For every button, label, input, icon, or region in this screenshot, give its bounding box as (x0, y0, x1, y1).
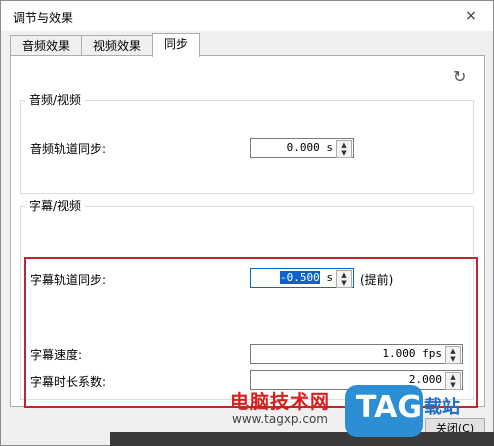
audio-track-sync-label: 音频轨道同步: (30, 142, 107, 156)
audio-track-sync-value: 0.000 s (286, 141, 333, 154)
title-bar: 调节与效果 × (1, 1, 493, 31)
tab-audio-effects[interactable]: 音频效果 (10, 35, 82, 56)
background-strip (110, 432, 494, 446)
spin-arrows-icon[interactable]: ▲ ▼ (336, 140, 352, 158)
audio-track-sync-spinbox[interactable]: 0.000 s ▲ ▼ (250, 138, 354, 158)
watermark-download: 载站 (424, 397, 460, 418)
tab-video-effects[interactable]: 视频效果 (81, 35, 153, 56)
watermark-site-name: 电脑技术网 (230, 391, 331, 413)
tab-sync[interactable]: 同步 (152, 33, 200, 57)
close-icon[interactable]: × (461, 6, 481, 26)
window-title: 调节与效果 (13, 11, 74, 25)
dialog-window: 调节与效果 × 音频效果 视频效果 同步 ↻ 音频/视频 音频轨道同步: 0.0… (0, 0, 494, 446)
audio-video-group-label: 音频/视频 (25, 91, 86, 108)
watermark-tag: TAG (356, 390, 422, 425)
watermark-url: www.tagxp.com (232, 412, 328, 426)
subtitle-video-group-label: 字幕/视频 (25, 197, 86, 214)
refresh-icon[interactable]: ↻ (453, 67, 466, 86)
